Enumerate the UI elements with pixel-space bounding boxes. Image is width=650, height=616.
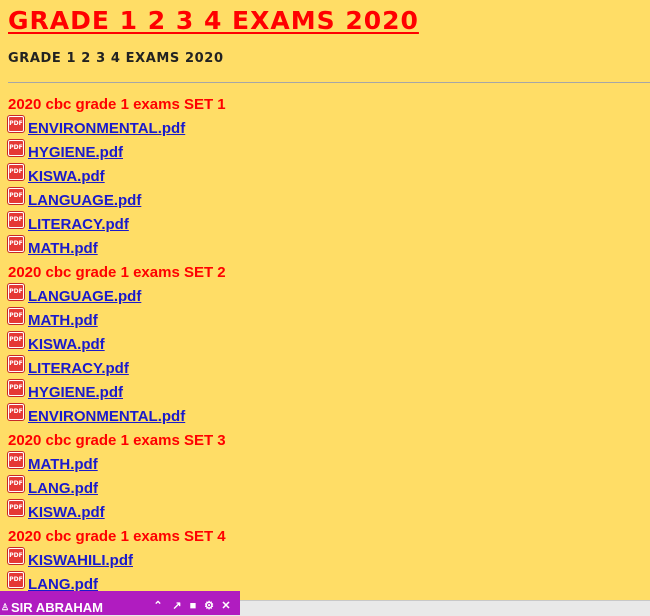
pdf-icon-label: PDF: [9, 192, 23, 199]
pdf-icon-label: PDF: [9, 240, 23, 247]
pdf-file-icon[interactable]: PDF: [8, 188, 24, 204]
horizontal-rule: [8, 82, 650, 83]
file-name[interactable]: HYGIENE.pdf: [28, 384, 123, 401]
file-list-item: PDF KISWA.pdf: [8, 332, 226, 360]
pdf-icon-label: PDF: [9, 576, 23, 583]
file-name[interactable]: ENVIRONMENTAL.pdf: [28, 408, 185, 425]
section-header: 2020 cbc grade 1 exams SET 4: [8, 528, 226, 545]
pdf-file-icon[interactable]: PDF: [8, 236, 24, 252]
pdf-file-icon[interactable]: PDF: [8, 500, 24, 516]
pdf-icon-label: PDF: [9, 312, 23, 319]
chevron-up-icon[interactable]: ⌃: [152, 600, 164, 613]
file-download-link[interactable]: PDF LITERACY.pdf: [8, 356, 129, 377]
file-download-link[interactable]: PDF LITERACY.pdf: [8, 212, 129, 233]
pdf-icon-label: PDF: [9, 504, 23, 511]
file-list-item: PDF LANGUAGE.pdf: [8, 188, 226, 216]
file-name[interactable]: LITERACY.pdf: [28, 216, 129, 233]
file-name[interactable]: MATH.pdf: [28, 240, 98, 257]
file-list-item: PDF KISWA.pdf: [8, 500, 226, 528]
video-camera-icon[interactable]: ■: [187, 600, 199, 613]
file-list-item: PDF LANG.pdf: [8, 476, 226, 504]
file-name[interactable]: LANG.pdf: [28, 480, 98, 497]
gear-icon[interactable]: ⚙: [203, 600, 215, 613]
file-list-item: PDF MATH.pdf: [8, 236, 226, 264]
file-download-link[interactable]: PDF MATH.pdf: [8, 308, 98, 329]
file-list-item: PDF LANGUAGE.pdf: [8, 284, 226, 312]
pdf-icon-label: PDF: [9, 288, 23, 295]
file-list-item: PDF KISWA.pdf: [8, 164, 226, 192]
file-download-link[interactable]: PDF ENVIRONMENTAL.pdf: [8, 404, 185, 425]
pdf-icon-label: PDF: [9, 384, 23, 391]
file-download-link[interactable]: PDF HYGIENE.pdf: [8, 140, 123, 161]
pdf-file-icon[interactable]: PDF: [8, 284, 24, 300]
pdf-icon-label: PDF: [9, 144, 23, 151]
file-name[interactable]: LITERACY.pdf: [28, 360, 129, 377]
file-list-item: PDF LITERACY.pdf: [8, 356, 226, 384]
file-download-link[interactable]: PDF ENVIRONMENTAL.pdf: [8, 116, 185, 137]
file-list-item: PDF ENVIRONMENTAL.pdf: [8, 116, 226, 144]
file-name[interactable]: MATH.pdf: [28, 312, 98, 329]
pdf-file-icon[interactable]: PDF: [8, 452, 24, 468]
file-download-link[interactable]: PDF LANGUAGE.pdf: [8, 188, 141, 209]
file-list-item: PDF ENVIRONMENTAL.pdf: [8, 404, 226, 432]
pdf-icon-label: PDF: [9, 216, 23, 223]
page-subtitle: GRADE 1 2 3 4 EXAMS 2020: [8, 51, 224, 66]
pdf-file-icon[interactable]: PDF: [8, 140, 24, 156]
file-name[interactable]: KISWAHILI.pdf: [28, 552, 133, 569]
pdf-icon-label: PDF: [9, 456, 23, 463]
file-name[interactable]: HYGIENE.pdf: [28, 144, 123, 161]
section-header: 2020 cbc grade 1 exams SET 1: [8, 96, 226, 113]
section-header: 2020 cbc grade 1 exams SET 2: [8, 264, 226, 281]
file-download-link[interactable]: PDF LANGUAGE.pdf: [8, 284, 141, 305]
pdf-file-icon[interactable]: PDF: [8, 548, 24, 564]
file-download-link[interactable]: PDF LANG.pdf: [8, 476, 98, 497]
pdf-file-icon[interactable]: PDF: [8, 332, 24, 348]
file-name[interactable]: LANGUAGE.pdf: [28, 192, 141, 209]
file-name[interactable]: ENVIRONMENTAL.pdf: [28, 120, 185, 137]
file-list-item: PDF HYGIENE.pdf: [8, 140, 226, 168]
chat-widget-bar[interactable]: ♙ SIR ABRAHAM ⌃ ↗ ■ ⚙ ✕: [0, 591, 240, 615]
section-header: 2020 cbc grade 1 exams SET 3: [8, 432, 226, 449]
pdf-icon-label: PDF: [9, 336, 23, 343]
file-name[interactable]: LANGUAGE.pdf: [28, 288, 141, 305]
pdf-file-icon[interactable]: PDF: [8, 308, 24, 324]
page-content: GRADE 1 2 3 4 EXAMS 2020 GRADE 1 2 3 4 E…: [0, 0, 650, 600]
file-name[interactable]: KISWA.pdf: [28, 504, 105, 521]
file-name[interactable]: KISWA.pdf: [28, 168, 105, 185]
pdf-file-icon[interactable]: PDF: [8, 212, 24, 228]
file-name[interactable]: MATH.pdf: [28, 456, 98, 473]
close-icon[interactable]: ✕: [220, 600, 232, 613]
popout-icon[interactable]: ↗: [171, 600, 183, 613]
file-download-link[interactable]: PDF MATH.pdf: [8, 452, 98, 473]
file-list-item: PDF MATH.pdf: [8, 308, 226, 336]
pdf-icon-label: PDF: [9, 480, 23, 487]
file-name[interactable]: KISWA.pdf: [28, 336, 105, 353]
file-list-item: PDF MATH.pdf: [8, 452, 226, 480]
pdf-icon-label: PDF: [9, 408, 23, 415]
file-download-link[interactable]: PDF KISWA.pdf: [8, 164, 105, 185]
pdf-file-icon[interactable]: PDF: [8, 476, 24, 492]
pdf-file-icon[interactable]: PDF: [8, 380, 24, 396]
file-download-link[interactable]: PDF KISWAHILI.pdf: [8, 548, 133, 569]
file-download-link[interactable]: PDF HYGIENE.pdf: [8, 380, 123, 401]
file-list-item: PDF HYGIENE.pdf: [8, 380, 226, 408]
pdf-icon-label: PDF: [9, 120, 23, 127]
pdf-icon-label: PDF: [9, 552, 23, 559]
pdf-file-icon[interactable]: PDF: [8, 404, 24, 420]
chat-contact-name[interactable]: SIR ABRAHAM: [11, 601, 103, 615]
page-title: GRADE 1 2 3 4 EXAMS 2020: [8, 6, 419, 35]
pdf-file-icon[interactable]: PDF: [8, 356, 24, 372]
pdf-icon-label: PDF: [9, 168, 23, 175]
pdf-file-icon[interactable]: PDF: [8, 572, 24, 588]
file-list-item: PDF KISWAHILI.pdf: [8, 548, 226, 576]
pdf-icon-label: PDF: [9, 360, 23, 367]
file-download-link[interactable]: PDF KISWA.pdf: [8, 500, 105, 521]
file-list-item: PDF LITERACY.pdf: [8, 212, 226, 240]
file-list: 2020 cbc grade 1 exams SET 1 PDF ENVIRONME…: [8, 96, 226, 600]
pdf-file-icon[interactable]: PDF: [8, 164, 24, 180]
user-icon: ♙: [1, 602, 10, 612]
file-download-link[interactable]: PDF MATH.pdf: [8, 236, 98, 257]
pdf-file-icon[interactable]: PDF: [8, 116, 24, 132]
file-download-link[interactable]: PDF KISWA.pdf: [8, 332, 105, 353]
